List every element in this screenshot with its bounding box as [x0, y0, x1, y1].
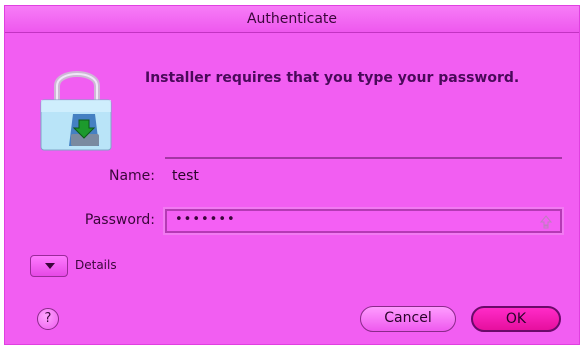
ok-button[interactable]: OK	[471, 306, 561, 332]
caps-lock-indicator-icon	[539, 214, 553, 229]
details-disclosure-button[interactable]	[30, 255, 68, 277]
cancel-button[interactable]: Cancel	[360, 306, 456, 332]
window-title: Authenticate	[246, 11, 338, 27]
name-field-divider	[165, 157, 562, 159]
help-button[interactable]: ?	[37, 308, 59, 330]
authenticate-dialog: Authenticate Installer requires that you…	[4, 5, 580, 345]
title-bar: Authenticate	[5, 6, 579, 33]
password-label: Password:	[84, 212, 155, 228]
name-field[interactable]: test	[172, 168, 199, 184]
name-label: Name:	[108, 168, 155, 184]
password-value: •••••••	[175, 212, 236, 227]
disclosure-triangle-icon	[45, 263, 55, 269]
auth-message: Installer requires that you type your pa…	[145, 70, 520, 86]
password-field[interactable]: •••••••	[165, 209, 562, 233]
lock-installer-icon	[37, 64, 117, 152]
details-label[interactable]: Details	[75, 258, 117, 272]
